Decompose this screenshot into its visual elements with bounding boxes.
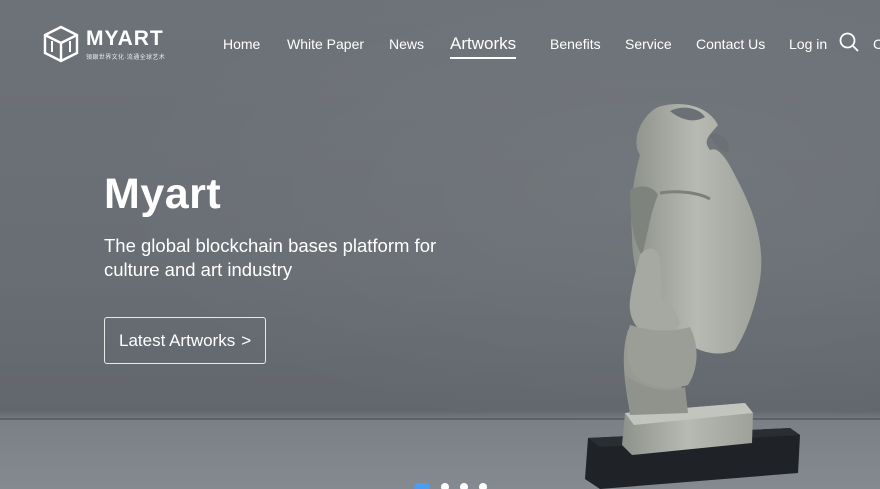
carousel-dot-2[interactable] (441, 483, 449, 489)
sculpture-image (585, 104, 800, 489)
nav-service[interactable]: Service (625, 36, 672, 52)
carousel-dot-4[interactable] (479, 483, 487, 489)
hero-banner: MYART 領銀世界文化·流通全球艺术 Home White Paper New… (0, 0, 880, 489)
carousel-dot-1[interactable] (414, 483, 430, 489)
nav-news[interactable]: News (389, 36, 424, 52)
latest-artworks-label: Latest Artworks (119, 330, 236, 350)
brand-tagline: 領銀世界文化·流通全球艺术 (86, 55, 166, 61)
chevron-right-icon: > (241, 330, 252, 350)
nav-artworks[interactable]: Artworks (450, 34, 517, 59)
hero-title: Myart (104, 170, 222, 218)
nav-log-in[interactable]: Log in (789, 36, 827, 52)
hero-subtitle: The global blockchain bases platform for… (104, 235, 437, 280)
cube-logo-icon (43, 25, 79, 63)
search-icon[interactable] (839, 32, 859, 52)
carousel-dot-3[interactable] (460, 483, 468, 489)
nav-home[interactable]: Home (223, 36, 260, 52)
nav-benefits[interactable]: Benefits (550, 36, 601, 52)
nav-contact-us[interactable]: Contact Us (696, 36, 765, 52)
brand-name: MYART (86, 27, 164, 50)
language-switch-partial[interactable]: C (873, 36, 880, 52)
latest-artworks-button[interactable]: Latest Artworks > (104, 317, 266, 364)
brand-logo[interactable]: MYART 領銀世界文化·流通全球艺术 (43, 25, 173, 65)
nav-white-paper[interactable]: White Paper (287, 36, 364, 52)
